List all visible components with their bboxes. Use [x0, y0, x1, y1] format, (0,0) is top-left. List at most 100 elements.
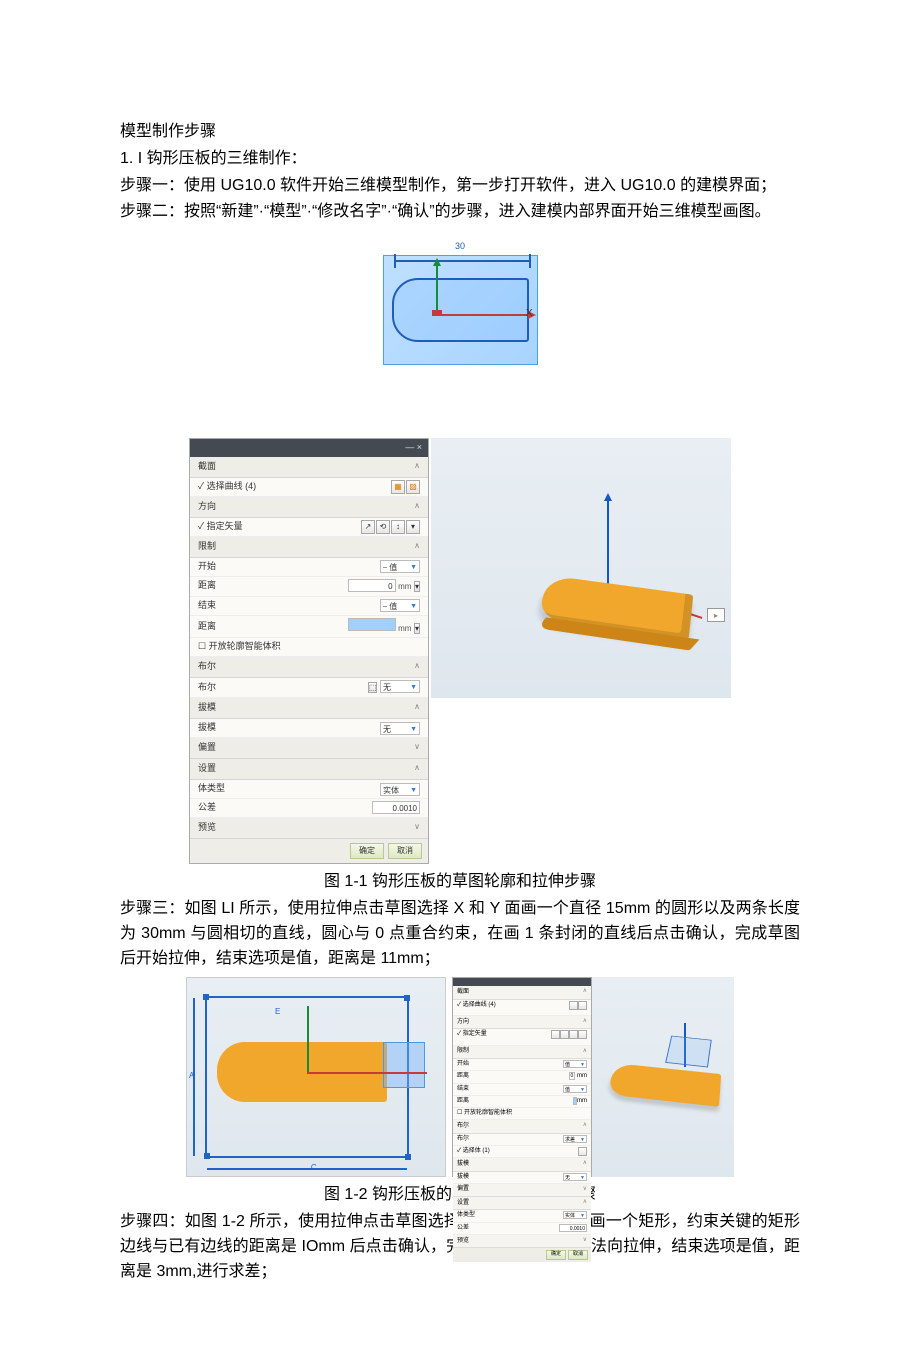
vector-dropdown-icon[interactable] [578, 1030, 587, 1039]
bool-icon: ⬚ [368, 682, 378, 693]
bodytype-dropdown[interactable]: 实体 [563, 1211, 587, 1219]
select-curve-row[interactable]: ✓ 选择曲线 (4)▦▨ [190, 478, 428, 497]
vector-row[interactable]: ✓ 指定矢量 [453, 1029, 591, 1045]
section-header[interactable]: 方向∧ [190, 497, 428, 518]
distance2-row: 距离 mm [453, 1096, 591, 1108]
vector-icon[interactable] [551, 1030, 560, 1039]
start-dropdown[interactable]: ⎯ 值 [380, 560, 420, 573]
vector-dropdown-icon[interactable]: ▾ [406, 520, 420, 534]
start-dropdown[interactable]: 值 [563, 1060, 587, 1068]
tolerance-row: 公差0.0010 [190, 799, 428, 818]
boolean-dropdown[interactable]: 求差 [563, 1135, 587, 1143]
section-header[interactable]: 设置∧ [453, 1197, 591, 1210]
section-header[interactable]: 预览∨ [453, 1235, 591, 1248]
axis-x-label: X [526, 306, 533, 322]
start-row: 开始⎯ 值 [190, 558, 428, 577]
dimension-label: 30 [384, 240, 537, 254]
section-header[interactable]: 方向∧ [453, 1016, 591, 1029]
dialog-titlebar: — × [190, 439, 428, 457]
section-header[interactable]: 限制∧ [453, 1046, 591, 1059]
dim-label: C [311, 1162, 317, 1174]
dropdown-icon[interactable]: ▾ [414, 623, 420, 634]
draft-dropdown[interactable]: 无 [380, 722, 420, 735]
axis-x-icon [307, 1072, 427, 1074]
figure-1-sketch: 30 X [120, 255, 800, 374]
distance2-input[interactable] [348, 618, 396, 631]
bodytype-row: 体类型实体 [190, 780, 428, 799]
end-row: 结束值 [453, 1084, 591, 1096]
boolean-row: 布尔⬚ 无 [190, 678, 428, 698]
section-header[interactable]: 限制∧ [190, 537, 428, 558]
section-header[interactable]: 布尔∧ [190, 657, 428, 678]
open-profile-check[interactable]: ☐ 开放轮廓智能体积 [190, 638, 428, 657]
end-row: 结束⎯ 值 [190, 597, 428, 616]
section-header[interactable]: 偏置∨ [190, 738, 428, 759]
section-header[interactable]: 预览∨ [190, 818, 428, 839]
sketch-panel: A E C [186, 977, 446, 1177]
vector-icon[interactable]: ↕ [391, 520, 405, 534]
tolerance-input[interactable]: 0.0010 [559, 1224, 587, 1232]
axis-y-icon [307, 1006, 309, 1074]
section-header[interactable]: 拔模∧ [190, 698, 428, 719]
vector-row[interactable]: ✓ 指定矢量↗⟲↕▾ [190, 518, 428, 537]
doc-heading: 模型制作步骤 [120, 120, 800, 145]
window-controls-icon[interactable]: — × [405, 441, 422, 455]
curve-icon[interactable] [569, 1001, 578, 1010]
cancel-button[interactable]: 取消 [568, 1250, 588, 1260]
view-toggle-button[interactable]: ▸ [707, 608, 725, 622]
tolerance-input[interactable]: 0.0010 [372, 801, 420, 814]
boolean-dropdown[interactable]: 无 [380, 680, 420, 693]
distance-input[interactable]: 0 [569, 1072, 576, 1080]
distance-row: 距离0 mm [453, 1071, 591, 1083]
dropdown-icon[interactable]: ▾ [414, 581, 420, 592]
extrude-mini-dialog: 截面∧ ✓ 选择曲线 (4) 方向∧ ✓ 指定矢量 限制∧ 开始值 距离0 mm… [452, 977, 592, 1177]
section-header[interactable]: 拔模∧ [453, 1158, 591, 1171]
draft-row: 拔模无 [190, 719, 428, 738]
step-3: 步骤三：如图 LI 所示，使用拉伸点击草图选择 X 和 Y 面画一个直径 15m… [120, 897, 800, 971]
distance-input[interactable]: 0 [348, 579, 396, 592]
dim-label: A [189, 1070, 194, 1082]
extrude-panel: 截面∧ ✓ 选择曲线 (4) 方向∧ ✓ 指定矢量 限制∧ 开始值 距离0 mm… [452, 977, 734, 1177]
ok-button[interactable]: 确定 [350, 843, 384, 859]
end-dropdown[interactable]: 值 [563, 1085, 587, 1093]
extrude-3d-preview: ▸ [431, 438, 731, 698]
curve-icon-2[interactable]: ▨ [406, 480, 420, 494]
select-curve-row[interactable]: ✓ 选择曲线 (4) [453, 1000, 591, 1016]
tolerance-row: 公差0.0010 [453, 1223, 591, 1235]
section-header[interactable]: 设置∧ [190, 759, 428, 780]
cut-preview [665, 1036, 712, 1068]
section-header[interactable]: 截面∧ [190, 457, 428, 478]
draft-dropdown[interactable]: 无 [563, 1173, 587, 1181]
open-profile-check[interactable]: ☐ 开放轮廓智能体积 [453, 1108, 591, 1120]
dim-label: E [275, 1006, 280, 1018]
sketch-rectangle [383, 1042, 425, 1088]
section-header[interactable]: 截面∧ [453, 986, 591, 999]
ok-button[interactable]: 确定 [546, 1250, 566, 1260]
draft-row: 拔模无 [453, 1172, 591, 1184]
solid-body [606, 1064, 721, 1108]
distance2-row: 距离 mm ▾ [190, 616, 428, 639]
step-1: 步骤一：使用 UG10.0 软件开始三维模型制作，第一步打开软件，进入 UG10… [120, 174, 800, 199]
boolean-row: 布尔求差 [453, 1134, 591, 1146]
bodytype-row: 体类型实体 [453, 1210, 591, 1222]
vector-icon[interactable] [569, 1030, 578, 1039]
section-header[interactable]: 偏置∨ [453, 1184, 591, 1197]
dialog-titlebar [453, 978, 591, 986]
vector-icon[interactable]: ⟲ [376, 520, 390, 534]
solid-body [536, 576, 693, 640]
distance-row: 距离0 mm ▾ [190, 577, 428, 597]
cancel-button[interactable]: 取消 [388, 843, 422, 859]
extrude-3d-preview [592, 977, 734, 1177]
curve-icon[interactable]: ▦ [391, 480, 405, 494]
vector-icon[interactable]: ↗ [361, 520, 375, 534]
axis-arrow-icon [607, 498, 609, 588]
figure-1-extrude: — × 截面∧ ✓ 选择曲线 (4)▦▨ 方向∧ ✓ 指定矢量↗⟲↕▾ 限制∧ … [120, 404, 800, 864]
body-icon[interactable] [578, 1147, 587, 1156]
curve-icon[interactable] [578, 1001, 587, 1010]
bodytype-dropdown[interactable]: 实体 [380, 783, 420, 796]
end-dropdown[interactable]: ⎯ 值 [380, 599, 420, 612]
section-header[interactable]: 布尔∧ [453, 1120, 591, 1133]
select-body-row[interactable]: ✓ 选择体 (1) [453, 1146, 591, 1158]
figure-2: A E C 截面∧ ✓ 选择曲线 (4) 方向∧ ✓ 指定矢量 限制∧ 开始值 … [120, 977, 800, 1177]
vector-icon[interactable] [560, 1030, 569, 1039]
